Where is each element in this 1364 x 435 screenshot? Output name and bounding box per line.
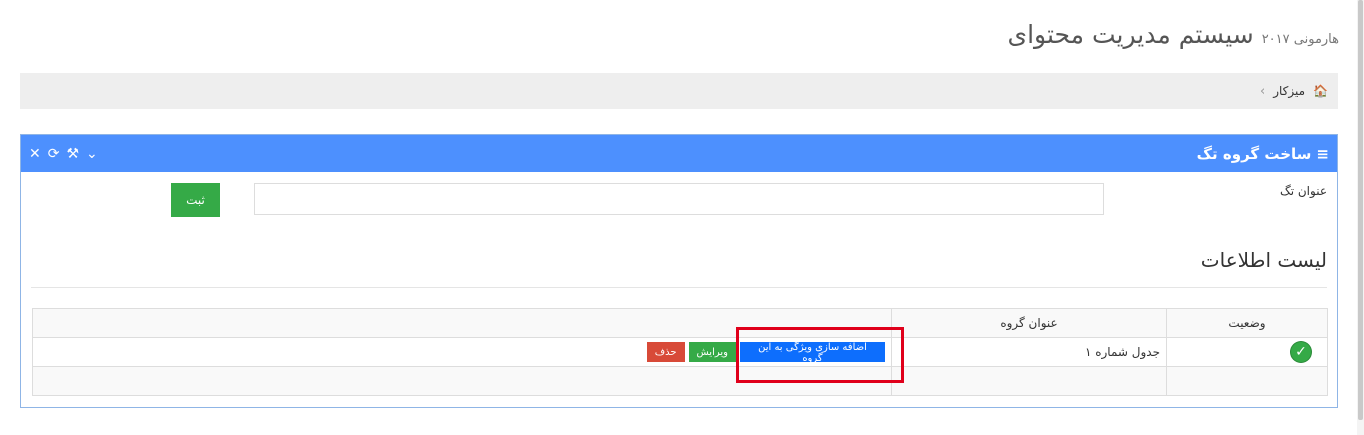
chevron-down-icon[interactable]: ⌄: [86, 146, 98, 162]
divider: [31, 287, 1327, 288]
column-header-status: وضعیت: [1166, 308, 1328, 338]
breadcrumb-home-link[interactable]: میزکار: [1273, 84, 1305, 98]
empty-cell: [1166, 366, 1328, 396]
list-title: لیست اطلاعات: [1200, 248, 1327, 272]
portlet-tools: ✕ ⟳ ⚒ ⌄: [29, 135, 98, 172]
page-subtitle: هارمونی ۲۰۱۷: [1261, 32, 1339, 47]
empty-cell: [32, 366, 892, 396]
table-row: ✓ جدول شماره ۱ اضافه سازی ویژگی به این گ…: [32, 337, 1328, 367]
chevron-left-icon: ‹: [1260, 83, 1266, 99]
actions-cell: اضافه سازی ویژگی به این گروه ویرایش حذف: [32, 337, 892, 367]
portlet-title: ≡ ساخت گروه تگ: [1197, 135, 1329, 172]
data-table: وضعیت عنوان گروه ✓ جدول شماره ۱ اضافه سا…: [32, 308, 1328, 396]
add-feature-button[interactable]: اضافه سازی ویژگی به این گروه: [740, 342, 885, 364]
tag-title-label: عنوان تگ: [1279, 184, 1327, 198]
breadcrumb: ‹ میزکار 🏠: [1260, 73, 1328, 109]
group-title-cell: جدول شماره ۱: [891, 337, 1167, 367]
column-header-actions: [32, 308, 892, 338]
delete-button[interactable]: حذف: [646, 342, 685, 362]
breadcrumb-bar: ‹ میزکار 🏠: [20, 73, 1338, 109]
tag-title-input[interactable]: [254, 183, 1104, 215]
empty-cell: [891, 366, 1167, 396]
scrollbar-thumb[interactable]: [1358, 0, 1363, 420]
page-header: سیستم مدیریت محتوای هارمونی ۲۰۱۷: [1008, 20, 1339, 60]
check-circle-icon: ✓: [1291, 342, 1311, 362]
column-header-group-title: عنوان گروه: [891, 308, 1167, 338]
table-header-row: وضعیت عنوان گروه: [32, 308, 1328, 338]
vertical-scrollbar[interactable]: [1357, 0, 1364, 435]
edit-button[interactable]: ویرایش: [688, 342, 736, 362]
status-cell: ✓: [1166, 337, 1328, 367]
row-actions: اضافه سازی ویژگی به این گروه ویرایش حذف: [39, 342, 885, 364]
portlet-title-text: ساخت گروه تگ: [1196, 144, 1312, 163]
refresh-icon[interactable]: ⟳: [48, 146, 60, 162]
page-title: سیستم مدیریت محتوای: [1007, 20, 1254, 49]
tag-group-portlet: ≡ ساخت گروه تگ ✕ ⟳ ⚒ ⌄ عنوان تگ ثبت لیست…: [20, 134, 1338, 408]
portlet-header: ≡ ساخت گروه تگ ✕ ⟳ ⚒ ⌄: [21, 135, 1337, 172]
submit-button[interactable]: ثبت: [171, 183, 220, 217]
table-row: [32, 366, 1328, 396]
menu-icon: ≡: [1316, 144, 1329, 163]
home-icon: 🏠: [1313, 84, 1328, 98]
close-icon[interactable]: ✕: [29, 146, 41, 162]
wrench-icon[interactable]: ⚒: [66, 146, 79, 162]
